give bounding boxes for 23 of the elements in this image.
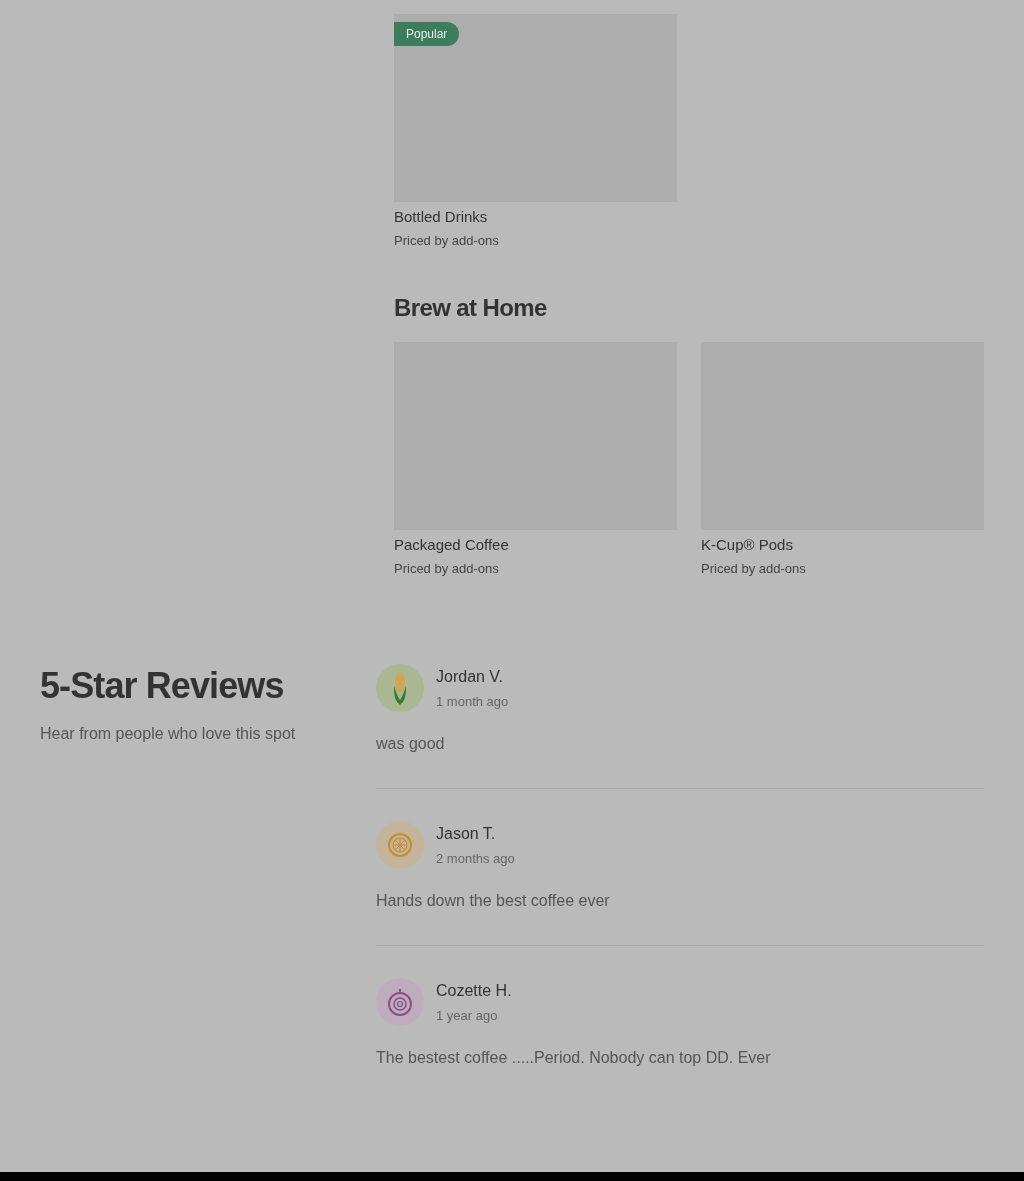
section-title: Brew at Home [394,293,548,323]
review-time: 1 month ago [436,692,509,711]
reviewer-name: Jordan V. [436,666,504,687]
citrus-icon [386,831,414,859]
reviewer-name: Jason T. [436,823,497,844]
image-placeholder[interactable]: Popular [394,14,677,202]
item-price: Priced by add-ons [394,559,500,578]
item-name: Bottled Drinks [394,207,489,227]
corn-icon [391,670,409,706]
reviews-subtitle: Hear from people who love this spot [40,724,297,744]
item-name: Packaged Coffee [394,535,510,555]
review-time: 1 year ago [436,1006,499,1025]
reviews-title: 5-Star Reviews [40,664,285,708]
reviewer-name: Cozette H. [436,980,512,1001]
onion-icon [386,987,414,1017]
review-text: was good [376,734,446,754]
item-price: Priced by add-ons [394,231,500,250]
popular-badge: Popular [394,22,460,46]
review-text: The bestest coffee .....Period. Nobody can top DD. Ever [376,1048,772,1068]
review-text: Hands down the best coffee ever [376,891,611,911]
review-time: 2 months ago [436,849,515,868]
item-price: Priced by add-ons [701,559,807,578]
item-name: K-Cup® Pods [701,535,794,555]
